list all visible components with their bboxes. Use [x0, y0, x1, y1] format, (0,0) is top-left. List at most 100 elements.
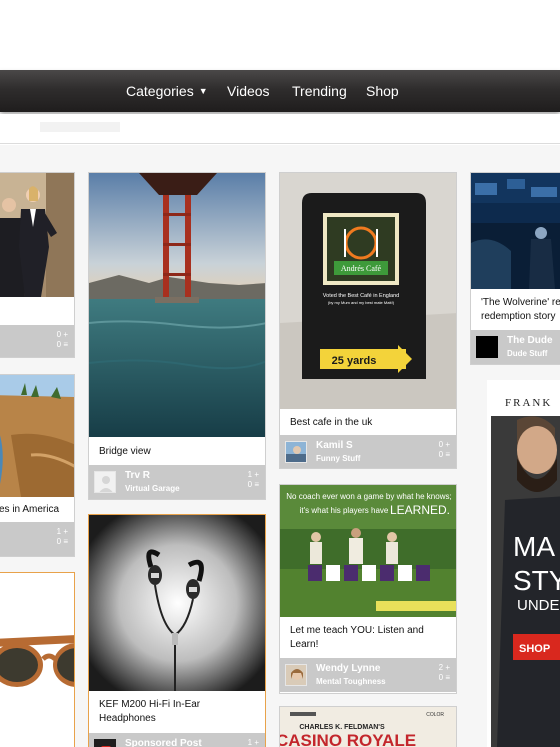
avatar[interactable]	[94, 471, 116, 493]
pin-card-sunglasses[interactable]	[0, 572, 75, 747]
avatar[interactable]	[285, 441, 307, 463]
sponsor-avatar[interactable]	[94, 739, 116, 747]
sub-bar	[0, 114, 560, 144]
cafe-tagline: Voted the Best Café in England	[323, 293, 399, 299]
user-photo-icon	[286, 442, 306, 462]
business-people-image	[0, 173, 74, 297]
poster-title: CASINO ROYALE	[280, 731, 416, 747]
comment-icon[interactable]: ≡	[63, 537, 68, 546]
pin-image[interactable]	[0, 173, 74, 297]
pin-card-casino[interactable]: COLOR CHARLES K. FELDMAN'S CASINO ROYALE	[279, 706, 457, 747]
comment-count: 0	[247, 480, 253, 489]
pin-card-football[interactable]: No coach ever won a game by what he know…	[279, 484, 457, 694]
plus-icon[interactable]: +	[445, 663, 450, 672]
page: Categories ▼ Videos Trending Shop 0 + 0 …	[0, 0, 560, 747]
pin-footer: 1 + 0 ≡	[0, 522, 74, 556]
like-count: 0	[56, 330, 62, 339]
plus-icon[interactable]: +	[254, 738, 259, 747]
ad-headline-3: UNDE	[517, 597, 560, 614]
comment-count: 0	[56, 340, 62, 349]
top-header	[0, 0, 560, 70]
nav-categories-label[interactable]: Categories	[126, 83, 194, 99]
pin-card-business[interactable]: 0 + 0 ≡	[0, 172, 75, 358]
pin-image[interactable]	[0, 375, 74, 497]
like-count: 2	[438, 663, 444, 672]
pin-board[interactable]: Funny Stuff	[316, 454, 360, 463]
comment-count: 0	[438, 450, 444, 459]
pin-image[interactable]: No coach ever won a game by what he know…	[280, 485, 456, 617]
nav-videos[interactable]: Videos	[227, 70, 270, 112]
pin-username[interactable]: Trv R	[125, 470, 150, 481]
comment-icon[interactable]: ≡	[445, 673, 450, 682]
pin-username[interactable]: Sponsored Post	[125, 738, 202, 747]
pin-card-coast[interactable]: es in America 1 + 0 ≡	[0, 374, 75, 557]
bridge-image	[89, 173, 265, 437]
cafe-tagline-sub: (by my Mum and my best mate Matt!)	[328, 300, 395, 305]
pin-footer: Trv R Virtual Garage 1 + 0 ≡	[89, 465, 265, 499]
pin-image[interactable]	[89, 173, 265, 437]
pin-caption: Bridge view	[99, 446, 151, 457]
pin-footer: Wendy Lynne Mental Toughness 2 + 0 ≡	[280, 658, 456, 692]
like-count: 1	[56, 527, 62, 536]
avatar[interactable]	[285, 664, 307, 686]
pin-image[interactable]: Andrés Café Voted the Best Café in Engla…	[280, 173, 456, 409]
pin-card-headphones[interactable]: KEF M200 Hi-Fi In-Ear Headphones Sponsor…	[88, 514, 266, 747]
pin-caption: es in America	[0, 504, 60, 515]
like-count: 0	[438, 440, 444, 449]
sub-bar-placeholder	[40, 122, 120, 132]
pin-footer: The Dude Dude Stuff	[471, 330, 560, 364]
pin-footer: Sponsored Post 1 + 0 ≡	[89, 733, 265, 747]
plus-icon[interactable]: +	[254, 470, 259, 479]
comment-icon[interactable]: ≡	[445, 450, 450, 459]
nav-categories[interactable]: Categories ▼	[126, 70, 208, 112]
pin-footer: Kamil S Funny Stuff 0 + 0 ≡	[280, 435, 456, 468]
main-nav: Categories ▼ Videos Trending Shop	[0, 70, 560, 112]
pin-username[interactable]: The Dude	[507, 335, 553, 346]
ad-headline-1: MA	[513, 531, 555, 562]
pin-stats: 1 + 0 ≡	[248, 470, 259, 490]
pin-image[interactable]	[471, 173, 560, 289]
pin-caption: 'The Wolverine' re redemption story	[481, 297, 560, 322]
ad-brand-text: FRANK	[505, 397, 552, 409]
pin-username[interactable]: Kamil S	[316, 440, 353, 451]
pin-stats: 2 + 0 ≡	[439, 663, 450, 683]
poster-corner-text: COLOR	[426, 712, 444, 718]
pin-card-cafe[interactable]: Andrés Café Voted the Best Café in Engla…	[279, 172, 457, 469]
ad-cta[interactable]: SHOP	[519, 643, 550, 655]
clothing-ad-image: FRANK MA STY UNDE SHOP	[487, 380, 560, 747]
pin-board[interactable]: Virtual Garage	[125, 484, 180, 493]
quote-emphasis: LEARNED.	[390, 503, 450, 517]
quote-line-2: it's what his players have	[300, 506, 389, 515]
pin-image[interactable]	[89, 515, 265, 691]
pin-board[interactable]: Dude Stuff	[507, 349, 547, 358]
avatar[interactable]	[476, 336, 498, 358]
pin-board[interactable]: Mental Toughness	[316, 677, 386, 686]
pin-image[interactable]	[0, 573, 74, 747]
comment-count: 0	[56, 537, 62, 546]
comment-icon[interactable]: ≡	[254, 480, 259, 489]
pin-username[interactable]: Wendy Lynne	[316, 663, 380, 674]
pin-footer: 0 + 0 ≡	[0, 325, 74, 357]
plus-icon[interactable]: +	[63, 527, 68, 536]
pin-card-bridge[interactable]: Bridge view Trv R Virtual Garage 1 + 0 ≡	[88, 172, 266, 500]
pin-image[interactable]: COLOR CHARLES K. FELDMAN'S CASINO ROYALE	[280, 707, 456, 747]
nav-trending[interactable]: Trending	[292, 70, 347, 112]
pin-card-wolverine[interactable]: 'The Wolverine' re redemption story The …	[470, 172, 560, 365]
sidebar-ad[interactable]: FRANK MA STY UNDE SHOP	[487, 380, 560, 747]
cafe-arrow-text: 25 yards	[332, 355, 377, 367]
pin-stats: 0 + 0 ≡	[57, 330, 68, 350]
nav-shop[interactable]: Shop	[366, 70, 399, 112]
pin-caption: Best cafe in the uk	[290, 417, 373, 428]
comment-icon[interactable]: ≡	[63, 340, 68, 349]
like-count: 1	[247, 738, 253, 747]
user-silhouette-icon	[95, 472, 115, 492]
headphones-image	[89, 515, 265, 691]
coast-image	[0, 375, 74, 497]
pin-stats: 0 + 0 ≡	[439, 440, 450, 460]
plus-icon[interactable]: +	[63, 330, 68, 339]
caret-down-icon[interactable]: ▼	[199, 86, 208, 96]
cafe-sign-image: Andrés Café Voted the Best Café in Engla…	[280, 173, 456, 409]
plus-icon[interactable]: +	[445, 440, 450, 449]
pin-stats: 1 + 0 ≡	[248, 738, 259, 747]
wolverine-image	[471, 173, 560, 289]
